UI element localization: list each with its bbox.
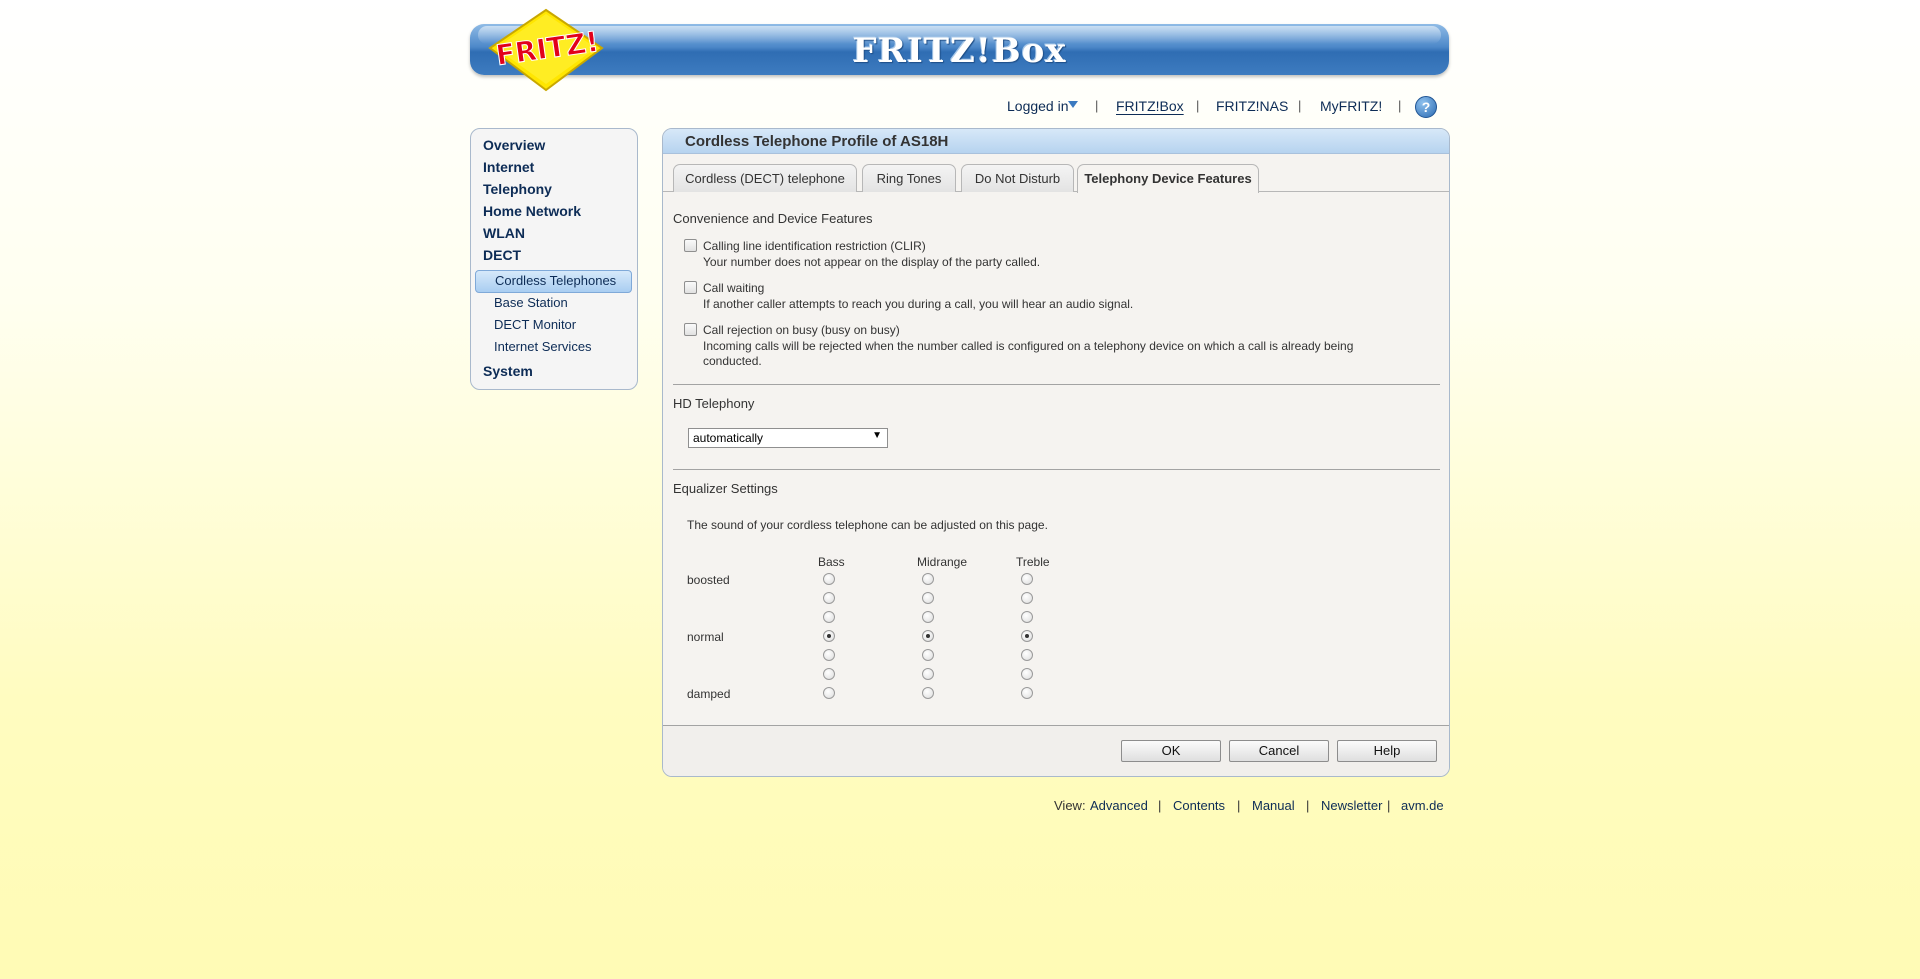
avm-link[interactable]: avm.de bbox=[1401, 798, 1444, 813]
midrange-level-radio-6[interactable] bbox=[922, 687, 934, 699]
call-waiting-label: Call waiting bbox=[703, 281, 765, 295]
help-icon[interactable]: ? bbox=[1415, 96, 1437, 118]
view-label: View: bbox=[1054, 798, 1086, 813]
separator: | bbox=[1196, 98, 1200, 113]
main-panel: Cordless Telephone Profile of AS18H Cord… bbox=[662, 128, 1450, 777]
equalizer-section-title: Equalizer Settings bbox=[673, 481, 778, 496]
boosted-row-label: boosted bbox=[687, 573, 730, 587]
midrange-level-radio-0[interactable] bbox=[922, 573, 934, 585]
nav-myfritz-link[interactable]: MyFRITZ! bbox=[1320, 98, 1382, 114]
sidebar-item-system[interactable]: System bbox=[483, 363, 533, 379]
help-button[interactable]: Help bbox=[1337, 740, 1437, 762]
manual-link[interactable]: Manual bbox=[1252, 798, 1295, 813]
midrange-level-radio-2[interactable] bbox=[922, 611, 934, 623]
bass-level-radio-3[interactable] bbox=[823, 630, 835, 642]
bass-column-label: Bass bbox=[818, 555, 845, 569]
clir-description: Your number does not appear on the displ… bbox=[703, 255, 1041, 269]
sidebar-item-wlan[interactable]: WLAN bbox=[483, 225, 525, 241]
svg-text:FRITZ!: FRITZ! bbox=[494, 25, 601, 72]
midrange-level-radio-4[interactable] bbox=[922, 649, 934, 661]
clir-checkbox[interactable] bbox=[684, 239, 697, 252]
busy-on-busy-checkbox[interactable] bbox=[684, 323, 697, 336]
tab-ring-tones[interactable]: Ring Tones bbox=[862, 164, 956, 192]
page: { "header": { "brand_title": "FRITZ!Box"… bbox=[0, 0, 1920, 979]
midrange-level-radio-3[interactable] bbox=[922, 630, 934, 642]
hd-telephony-select[interactable]: automatically ▼ bbox=[688, 428, 888, 448]
clir-label: Calling line identification restriction … bbox=[703, 239, 926, 253]
top-navigation: Logged in | FRITZ!Box | FRITZ!NAS | MyFR… bbox=[0, 96, 1920, 116]
newsletter-link[interactable]: Newsletter bbox=[1321, 798, 1382, 813]
sidebar-subitem-base-station[interactable]: Base Station bbox=[494, 295, 568, 310]
damped-row-label: damped bbox=[687, 687, 731, 701]
logged-in-menu[interactable]: Logged in bbox=[1007, 98, 1069, 114]
page-title: Cordless Telephone Profile of AS18H bbox=[685, 133, 949, 150]
treble-level-radio-3[interactable] bbox=[1021, 630, 1033, 642]
separator: | bbox=[1095, 98, 1099, 113]
normal-row-label: normal bbox=[687, 630, 724, 644]
sidebar-item-home-network[interactable]: Home Network bbox=[483, 203, 581, 219]
tab-do-not-disturb[interactable]: Do Not Disturb bbox=[961, 164, 1074, 192]
separator: | bbox=[1158, 798, 1162, 813]
tab-cordless-telephone[interactable]: Cordless (DECT) telephone bbox=[673, 164, 857, 192]
contents-link[interactable]: Contents bbox=[1173, 798, 1225, 813]
section-divider bbox=[673, 469, 1440, 470]
sidebar: Overview Internet Telephony Home Network… bbox=[470, 128, 638, 390]
brand-title: FRITZ!Box bbox=[852, 31, 1067, 71]
header-bar: FRITZ!Box bbox=[470, 24, 1449, 75]
chevron-down-icon[interactable] bbox=[1068, 101, 1078, 108]
bass-level-radio-0[interactable] bbox=[823, 573, 835, 585]
nav-fritzbox-link[interactable]: FRITZ!Box bbox=[1116, 98, 1184, 114]
separator: | bbox=[1298, 98, 1302, 113]
treble-level-radio-6[interactable] bbox=[1021, 687, 1033, 699]
busy-on-busy-description: Incoming calls will be rejected when the… bbox=[703, 339, 1354, 368]
convenience-section-title: Convenience and Device Features bbox=[673, 211, 873, 226]
nav-fritznas-link[interactable]: FRITZ!NAS bbox=[1216, 98, 1288, 114]
midrange-column-label: Midrange bbox=[917, 555, 968, 569]
bass-level-radio-2[interactable] bbox=[823, 611, 835, 623]
ok-button[interactable]: OK bbox=[1121, 740, 1221, 762]
dropdown-arrow-icon: ▼ bbox=[872, 430, 882, 441]
midrange-level-radio-1[interactable] bbox=[922, 592, 934, 604]
separator: | bbox=[1237, 798, 1241, 813]
bass-level-radio-6[interactable] bbox=[823, 687, 835, 699]
tab-telephony-device-features[interactable]: Telephony Device Features bbox=[1077, 164, 1259, 193]
call-waiting-description: If another caller attempts to reach you … bbox=[703, 297, 1134, 311]
treble-level-radio-5[interactable] bbox=[1021, 668, 1033, 680]
treble-level-radio-0[interactable] bbox=[1021, 573, 1033, 585]
sidebar-item-telephony[interactable]: Telephony bbox=[483, 181, 552, 197]
sidebar-item-dect[interactable]: DECT bbox=[483, 247, 521, 263]
section-divider bbox=[673, 384, 1440, 385]
call-waiting-checkbox[interactable] bbox=[684, 281, 697, 294]
midrange-level-radio-5[interactable] bbox=[922, 668, 934, 680]
separator: | bbox=[1306, 798, 1310, 813]
panel-header: Cordless Telephone Profile of AS18H bbox=[663, 129, 1449, 154]
separator: | bbox=[1387, 798, 1391, 813]
fritz-logo[interactable]: FRITZ! bbox=[484, 8, 614, 92]
view-advanced-link[interactable]: Advanced bbox=[1090, 798, 1148, 813]
bass-level-radio-1[interactable] bbox=[823, 592, 835, 604]
treble-level-radio-1[interactable] bbox=[1021, 592, 1033, 604]
sidebar-item-internet[interactable]: Internet bbox=[483, 159, 534, 175]
treble-column-label: Treble bbox=[1016, 555, 1050, 569]
cancel-button[interactable]: Cancel bbox=[1229, 740, 1329, 762]
equalizer-intro: The sound of your cordless telephone can… bbox=[687, 518, 1048, 532]
sidebar-subitem-cordless-telephones[interactable]: Cordless Telephones bbox=[495, 273, 616, 288]
bass-level-radio-4[interactable] bbox=[823, 649, 835, 661]
bass-level-radio-5[interactable] bbox=[823, 668, 835, 680]
sidebar-subitem-dect-monitor[interactable]: DECT Monitor bbox=[494, 317, 576, 332]
panel-footer: OK Cancel Help bbox=[663, 725, 1449, 776]
separator: | bbox=[1398, 98, 1402, 113]
treble-level-radio-2[interactable] bbox=[1021, 611, 1033, 623]
sidebar-item-overview[interactable]: Overview bbox=[483, 137, 545, 153]
busy-on-busy-label: Call rejection on busy (busy on busy) bbox=[703, 323, 900, 337]
hd-telephony-title: HD Telephony bbox=[673, 396, 755, 411]
hd-telephony-value: automatically bbox=[693, 431, 764, 445]
sidebar-subitem-internet-services[interactable]: Internet Services bbox=[494, 339, 592, 354]
treble-level-radio-4[interactable] bbox=[1021, 649, 1033, 661]
